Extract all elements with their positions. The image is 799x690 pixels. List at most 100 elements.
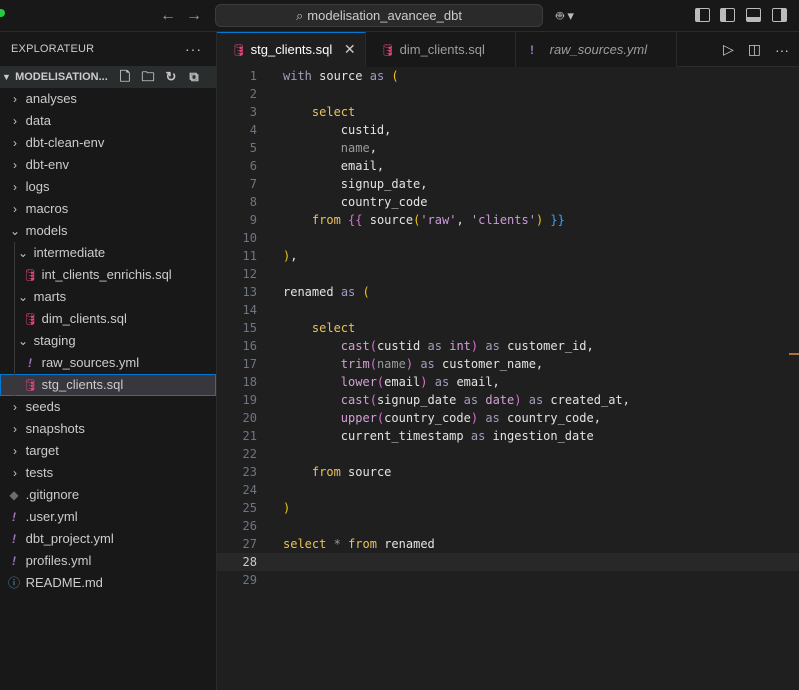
code-text: cast(custid as int) as customer_id, xyxy=(340,339,594,353)
code-line: 7 signup_date, xyxy=(217,175,799,193)
new-folder-icon[interactable]: 🗀︎ xyxy=(140,69,156,85)
arrow-right-icon[interactable]: → xyxy=(184,6,204,26)
code-text: signup_date, xyxy=(340,177,428,191)
arrow-left-icon[interactable]: ← xyxy=(158,6,178,26)
tree-folder-snapshots[interactable]: › snapshots xyxy=(0,418,216,440)
line-number: 25 xyxy=(242,501,257,515)
tree-folder-marts[interactable]: ⌄ marts xyxy=(0,286,216,308)
code-line: 13 renamed as ( xyxy=(217,283,799,301)
tree-file-stg-clients[interactable]: 🛢︎ stg_clients.sql xyxy=(0,374,216,396)
line-number: 6 xyxy=(249,159,257,173)
code-text: upper(country_code) as country_code, xyxy=(340,411,601,425)
tree-folder-data[interactable]: › data xyxy=(0,110,216,132)
split-editor-icon[interactable]: ◫ xyxy=(748,41,761,58)
code-line: 2 xyxy=(217,85,799,103)
code-text: ), xyxy=(283,249,298,263)
tree-folder-analyses[interactable]: › analyses xyxy=(0,88,216,110)
tab-stg-clients[interactable]: 🛢︎ stg_clients.sql ✕ xyxy=(217,32,366,67)
line-number: 28 xyxy=(242,555,257,569)
code-editor[interactable]: 1 with source as ( 2 3 select 4 custid, 5… xyxy=(217,67,799,690)
code-line: 6 email, xyxy=(217,157,799,175)
tree-item-label: marts xyxy=(33,289,67,304)
tree-folder-intermediate[interactable]: ⌄ intermediate xyxy=(0,242,216,264)
toggle-panel-icon[interactable] xyxy=(746,8,761,22)
collapse-all-icon[interactable]: ⧉ xyxy=(186,69,202,85)
more-actions-icon[interactable]: ··· xyxy=(775,42,789,58)
tree-folder-macros[interactable]: › macros xyxy=(0,198,216,220)
info-icon: ⓘ xyxy=(7,576,20,590)
tree-file-dim-clients[interactable]: 🛢︎ dim_clients.sql xyxy=(0,308,216,330)
code-text: custid, xyxy=(340,123,392,137)
tab-dim-clients[interactable]: 🛢︎ dim_clients.sql xyxy=(366,32,516,67)
tab-raw-sources[interactable]: ! raw_sources.yml xyxy=(516,32,677,67)
code-line-current: 28 xyxy=(217,553,799,571)
tree-item-label: int_clients_enrichis.sql xyxy=(41,267,172,282)
line-number: 1 xyxy=(249,69,257,83)
chevron-down-icon: ▼ xyxy=(2,72,11,82)
code-text: select * from renamed xyxy=(283,537,435,551)
more-actions-icon[interactable]: ··· xyxy=(185,32,202,66)
tree-file-dbt-project[interactable]: ! dbt_project.yml xyxy=(0,528,216,550)
line-number: 15 xyxy=(242,321,257,335)
tree-item-label: .user.yml xyxy=(25,509,78,524)
tree-file-readme[interactable]: ⓘ README.md xyxy=(0,572,216,594)
tree-file-gitignore[interactable]: ◆ .gitignore xyxy=(0,484,216,506)
tab-label: dim_clients.sql xyxy=(399,42,485,57)
run-icon[interactable]: ▷ xyxy=(723,41,734,58)
layout-customize-icon[interactable] xyxy=(695,8,710,22)
tree-folder-dbt-env[interactable]: › dbt-env xyxy=(0,154,216,176)
code-text: with source as ( xyxy=(283,69,399,83)
tree-file-raw-sources[interactable]: ! raw_sources.yml xyxy=(0,352,216,374)
line-number: 26 xyxy=(242,519,257,533)
toggle-secondary-sidebar-icon[interactable] xyxy=(772,8,787,22)
tree-folder-tests[interactable]: › tests xyxy=(0,462,216,484)
line-number: 19 xyxy=(242,393,257,407)
tree-item-label: macros xyxy=(25,201,69,216)
tree-item-label: dbt-clean-env xyxy=(25,135,105,150)
tree-folder-target[interactable]: › target xyxy=(0,440,216,462)
code-line: 27 select * from renamed xyxy=(217,535,799,553)
code-line: 16 cast(custid as int) as customer_id, xyxy=(217,337,799,355)
code-text: from source xyxy=(311,465,392,479)
tree-item-label: logs xyxy=(25,179,50,194)
line-number: 29 xyxy=(242,573,257,587)
line-number: 8 xyxy=(249,195,257,209)
tree-file-int-clients-enrichis[interactable]: 🛢︎ int_clients_enrichis.sql xyxy=(0,264,216,286)
copilot-icon[interactable]: 🤖︎ ▾ xyxy=(556,6,586,26)
chevron-down-icon: ⌄ xyxy=(17,246,29,260)
line-number: 3 xyxy=(249,105,257,119)
toggle-primary-sidebar-icon[interactable] xyxy=(720,8,735,22)
tree-file-profiles[interactable]: ! profiles.yml xyxy=(0,550,216,572)
tree-item-label: data xyxy=(25,113,51,128)
code-line: 15 select xyxy=(217,319,799,337)
refresh-icon[interactable]: ↻ xyxy=(163,69,179,85)
tree-folder-staging[interactable]: ⌄ staging xyxy=(0,330,216,352)
root-folder-header[interactable]: ▼ MODELISATION... 🗋︎ 🗀︎ ↻ ⧉ xyxy=(0,66,216,88)
window-zoom-button[interactable] xyxy=(0,9,5,17)
line-number: 20 xyxy=(242,411,257,425)
code-text: trim(name) as customer_name, xyxy=(340,357,544,371)
tree-folder-seeds[interactable]: › seeds xyxy=(0,396,216,418)
code-line: 3 select xyxy=(217,103,799,121)
yaml-icon: ! xyxy=(12,510,16,524)
code-line: 24 xyxy=(217,481,799,499)
code-text: current_timestamp as ingestion_date xyxy=(340,429,594,443)
tree-item-label: dim_clients.sql xyxy=(41,311,127,326)
line-number: 24 xyxy=(242,483,257,497)
code-line: 26 xyxy=(217,517,799,535)
chevron-right-icon: › xyxy=(13,92,17,106)
tree-folder-dbt-clean-env[interactable]: › dbt-clean-env xyxy=(0,132,216,154)
close-icon[interactable]: ✕ xyxy=(344,33,356,66)
chevron-right-icon: › xyxy=(13,158,17,172)
tree-item-label: dbt_project.yml xyxy=(25,531,114,546)
code-line: 23 from source xyxy=(217,463,799,481)
new-file-icon[interactable]: 🗋︎ xyxy=(117,69,133,85)
code-text: ) xyxy=(283,501,291,515)
database-icon: 🛢︎ xyxy=(22,378,38,392)
tree-file-user-yml[interactable]: ! .user.yml xyxy=(0,506,216,528)
tree-folder-models[interactable]: ⌄ models xyxy=(0,220,216,242)
code-text: country_code xyxy=(340,195,428,209)
command-center-search[interactable]: ⌕ modelisation_avancee_dbt xyxy=(215,4,543,27)
tree-folder-logs[interactable]: › logs xyxy=(0,176,216,198)
title-bar: ← → ⌕ modelisation_avancee_dbt 🤖︎ ▾ xyxy=(0,0,799,32)
